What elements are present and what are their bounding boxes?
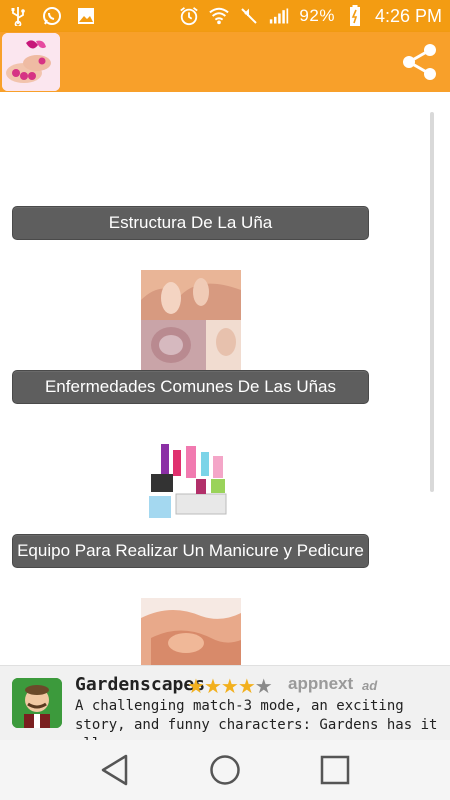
recents-button[interactable] bbox=[315, 750, 355, 790]
star-icon: ★ bbox=[237, 676, 256, 698]
status-bar: 92% 4:26 PM bbox=[0, 0, 450, 32]
mute-icon bbox=[239, 6, 259, 26]
share-icon bbox=[403, 44, 436, 80]
equipment-image bbox=[141, 434, 241, 534]
menu-button-equipo[interactable]: Equipo Para Realizar Un Manicure y Pedic… bbox=[12, 534, 369, 568]
status-right-icons: 92% 4:26 PM bbox=[179, 5, 442, 27]
ad-title[interactable]: Gardenscapes bbox=[75, 674, 205, 695]
star-icon: ★ bbox=[254, 676, 273, 698]
ad-rating: ★★★★★ bbox=[187, 674, 273, 699]
star-icon: ★ bbox=[220, 676, 239, 698]
battery-percent: 92% bbox=[299, 6, 335, 25]
ad-banner[interactable]: Gardenscapes ★★★★★ appnext ad A challeng… bbox=[0, 665, 450, 752]
back-icon bbox=[101, 754, 128, 786]
battery-icon bbox=[345, 5, 365, 26]
main-content[interactable]: Estructura De La Uña Enfermedades Comune… bbox=[0, 92, 450, 665]
share-button[interactable] bbox=[398, 40, 442, 84]
status-left-icons bbox=[8, 6, 96, 26]
home-button[interactable] bbox=[205, 750, 245, 790]
home-icon bbox=[210, 755, 240, 785]
image-icon bbox=[76, 6, 96, 26]
star-icon: ★ bbox=[203, 676, 222, 698]
ad-brand: appnext bbox=[288, 674, 354, 693]
wifi-icon bbox=[209, 6, 230, 26]
clock: 4:26 PM bbox=[374, 5, 442, 26]
menu-button-enfermedades[interactable]: Enfermedades Comunes De Las Uñas bbox=[12, 370, 369, 404]
ad-brand-tag: ad bbox=[362, 678, 378, 693]
menu-button-estructura[interactable]: Estructura De La Uña bbox=[12, 206, 369, 240]
diseases-image bbox=[141, 270, 241, 370]
alarm-icon bbox=[179, 6, 199, 26]
whatsapp-icon bbox=[42, 6, 62, 26]
gardenscapes-app-icon[interactable] bbox=[12, 678, 62, 728]
scrollbar[interactable] bbox=[430, 112, 434, 492]
star-icon: ★ bbox=[187, 676, 205, 698]
recents-icon bbox=[320, 755, 350, 785]
nail-logo-icon[interactable] bbox=[2, 33, 60, 91]
usb-icon bbox=[8, 6, 28, 26]
massage-image bbox=[141, 598, 241, 665]
signal-icon bbox=[269, 6, 289, 26]
app-bar bbox=[0, 32, 450, 92]
back-button[interactable] bbox=[95, 750, 135, 790]
navigation-bar bbox=[0, 740, 450, 800]
